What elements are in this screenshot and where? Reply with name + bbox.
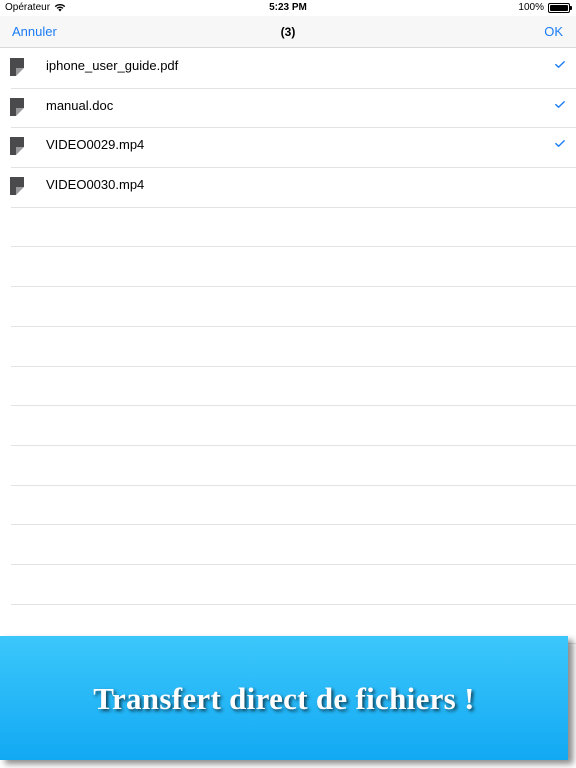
selection-count-title: (3) bbox=[280, 25, 296, 39]
empty-row bbox=[0, 406, 576, 446]
promo-banner: Transfert direct de fichiers ! bbox=[0, 636, 568, 760]
empty-row bbox=[0, 247, 576, 287]
file-row[interactable]: manual.doc bbox=[0, 89, 576, 129]
battery-fill bbox=[550, 4, 568, 11]
document-icon bbox=[10, 137, 24, 156]
battery-percent: 100% bbox=[518, 2, 544, 13]
checkmark-icon bbox=[555, 140, 565, 148]
document-icon bbox=[10, 177, 24, 196]
document-icon bbox=[10, 97, 24, 116]
checkmark-icon bbox=[555, 61, 565, 68]
ok-button[interactable]: OK bbox=[544, 24, 563, 39]
empty-row bbox=[0, 486, 576, 526]
empty-row bbox=[0, 446, 576, 486]
file-name: VIDEO0029.mp4 bbox=[46, 137, 145, 153]
file-name: iphone_user_guide.pdf bbox=[46, 58, 179, 73]
file-row[interactable]: iphone_user_guide.pdf bbox=[0, 49, 576, 89]
battery-icon bbox=[548, 2, 572, 13]
empty-row bbox=[0, 327, 576, 367]
file-name: manual.doc bbox=[46, 97, 114, 113]
file-row[interactable]: VIDEO0030.mp4 bbox=[0, 168, 576, 208]
document-icon bbox=[10, 58, 24, 76]
banner-text: Transfert direct de fichiers ! bbox=[93, 681, 475, 716]
file-row[interactable]: VIDEO0029.mp4 bbox=[0, 128, 576, 168]
empty-row bbox=[0, 565, 576, 605]
file-name: VIDEO0030.mp4 bbox=[46, 177, 145, 193]
empty-row bbox=[0, 367, 576, 407]
navigation-bar: Annuler (3) OK bbox=[0, 16, 576, 48]
status-bar: Opérateur 5:23 PM 100% bbox=[0, 0, 576, 16]
status-right: 100% bbox=[518, 2, 572, 13]
empty-row bbox=[0, 287, 576, 327]
file-list: iphone_user_guide.pdf manual.doc VIDEO00… bbox=[0, 49, 576, 645]
empty-row bbox=[0, 208, 576, 248]
checkmark-icon bbox=[555, 100, 565, 108]
status-time: 5:23 PM bbox=[269, 2, 307, 13]
empty-row bbox=[0, 525, 576, 565]
checkmark-icon bbox=[555, 180, 565, 187]
